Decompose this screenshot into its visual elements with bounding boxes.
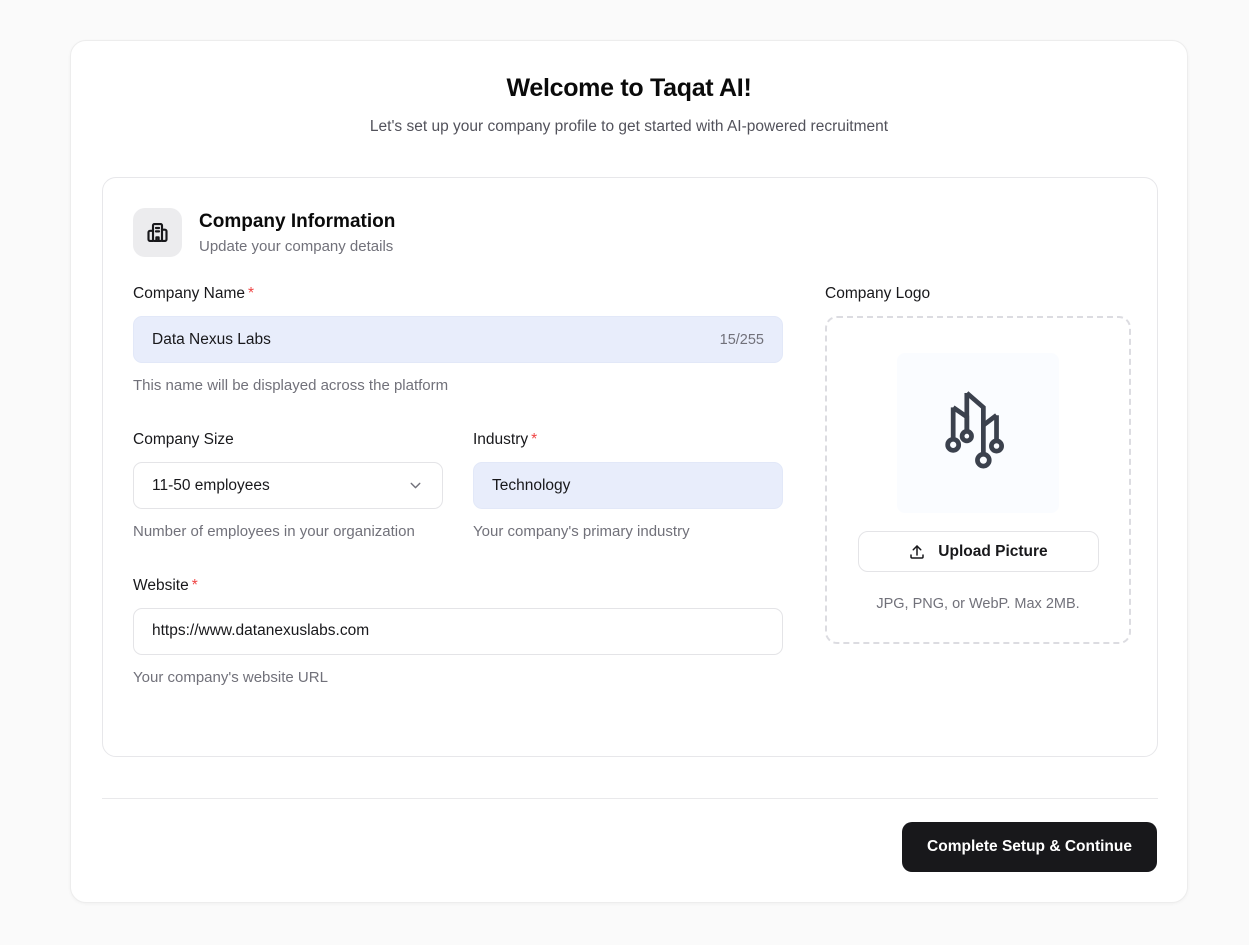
website-group: Website* Your company's website URL xyxy=(133,577,783,689)
section-header: Company Information Update your company … xyxy=(133,208,1127,257)
character-counter: 15/255 xyxy=(719,331,764,348)
company-name-input[interactable] xyxy=(152,330,708,349)
logo-dropzone[interactable]: Upload Picture JPG, PNG, or WebP. Max 2M… xyxy=(825,316,1131,644)
company-size-label: Company Size xyxy=(133,431,234,449)
company-size-group: Company Size 11-50 employees Number of e… xyxy=(133,431,443,543)
company-name-helper: This name will be displayed across the p… xyxy=(133,377,449,394)
website-label: Website * xyxy=(133,576,198,594)
company-size-helper: Number of employees in your organization xyxy=(133,523,415,541)
company-name-label: Company Name * xyxy=(133,285,255,302)
upload-button-label: Upload Picture xyxy=(938,542,1048,560)
section-icon-box xyxy=(133,208,182,257)
company-logo-group: Company Logo Upload Picture JPG, PNG, or… xyxy=(825,285,1131,689)
company-name-group: Company Name* 15/255 This name will be d… xyxy=(133,285,783,397)
complete-setup-button[interactable]: Complete Setup & Continue xyxy=(902,822,1157,872)
section-header-text: Company Information Update your company … xyxy=(199,211,395,255)
industry-label: Industry * xyxy=(473,431,538,449)
required-marker: * xyxy=(191,576,198,594)
website-helper: Your company's website URL xyxy=(133,668,328,686)
website-input[interactable] xyxy=(152,622,764,640)
page-header: Welcome to Taqat AI! Let's set up your c… xyxy=(71,41,1187,136)
building-icon xyxy=(144,219,171,246)
section-subtitle: Update your company details xyxy=(199,237,394,255)
company-information-panel: Company Information Update your company … xyxy=(102,177,1158,757)
page-subtitle: Let's set up your company profile to get… xyxy=(369,118,889,135)
logo-preview xyxy=(897,353,1059,513)
company-size-value: 11-50 employees xyxy=(152,476,270,494)
industry-input[interactable] xyxy=(492,476,764,495)
data-nexus-labs-logo xyxy=(913,368,1043,498)
upload-hint: JPG, PNG, or WebP. Max 2MB. xyxy=(876,596,1080,612)
onboarding-card: Welcome to Taqat AI! Let's set up your c… xyxy=(70,40,1188,903)
upload-icon xyxy=(908,543,926,561)
footer-divider xyxy=(102,798,1158,799)
page-title: Welcome to Taqat AI! xyxy=(506,74,752,102)
industry-field-wrap xyxy=(473,462,783,510)
website-field-wrap xyxy=(133,607,783,655)
required-marker: * xyxy=(531,431,538,449)
upload-picture-button[interactable]: Upload Picture xyxy=(857,531,1099,572)
company-size-select[interactable]: 11-50 employees xyxy=(133,462,443,510)
company-name-field-wrap: 15/255 xyxy=(133,316,783,363)
required-marker: * xyxy=(248,285,255,302)
section-title: Company Information xyxy=(199,210,396,232)
company-logo-label: Company Logo xyxy=(825,285,931,302)
industry-group: Industry* Your company's primary industr… xyxy=(473,431,783,543)
industry-helper: Your company's primary industry xyxy=(473,523,690,541)
chevron-down-icon xyxy=(407,477,424,494)
